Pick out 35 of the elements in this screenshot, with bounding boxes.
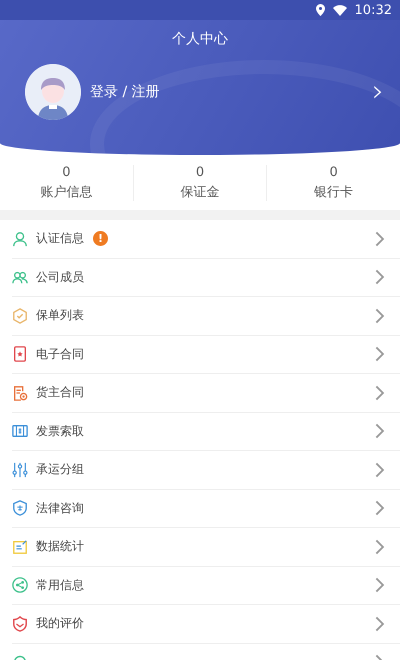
menu-item[interactable]: 认证信息 xyxy=(36,230,84,248)
menu-item[interactable]: 电子合同 xyxy=(36,346,84,363)
page-title: 个人中心 xyxy=(172,31,228,47)
wifi-icon xyxy=(332,4,347,16)
ticket-icon xyxy=(12,423,28,440)
people-icon xyxy=(12,269,28,286)
status-time: 10:32 xyxy=(354,2,392,18)
menu-item[interactable]: 我的评价 xyxy=(36,615,84,632)
login-register-link[interactable]: 登录 / 注册 xyxy=(90,83,372,101)
menu-item[interactable]: 货主合同 xyxy=(36,384,84,402)
menu-item[interactable]: 承运分组 xyxy=(36,461,84,478)
menu-item[interactable]: 常用信息 xyxy=(36,576,84,594)
stat-label[interactable]: 账户信息 xyxy=(40,182,92,200)
menu-item[interactable]: 数据统计 xyxy=(36,538,84,556)
location-icon xyxy=(316,4,325,16)
stat-label[interactable]: 保证金 xyxy=(180,182,220,200)
stat-value: 0 xyxy=(330,164,338,180)
shield-check-icon xyxy=(12,308,28,324)
stat-value: 0 xyxy=(62,164,70,180)
note-icon xyxy=(12,538,28,555)
menu-item[interactable]: 公司成员 xyxy=(36,268,84,286)
menu-item[interactable]: 发票索取 xyxy=(36,422,84,440)
person-icon xyxy=(12,230,28,247)
shield-icon xyxy=(12,616,28,632)
stat-label[interactable]: 银行卡 xyxy=(314,182,354,200)
share-icon xyxy=(12,577,28,594)
shield-icon xyxy=(12,500,28,516)
avatar[interactable] xyxy=(25,64,81,120)
sliders-icon xyxy=(12,462,28,478)
alert-badge: ! xyxy=(93,231,108,246)
stat-value: 0 xyxy=(196,164,204,180)
menu-item[interactable]: 法律咨询 xyxy=(36,500,84,517)
document-stamp-icon xyxy=(12,384,28,401)
chevron-icon[interactable]: › xyxy=(372,77,384,107)
menu-item[interactable]: 保单列表 xyxy=(36,307,84,324)
